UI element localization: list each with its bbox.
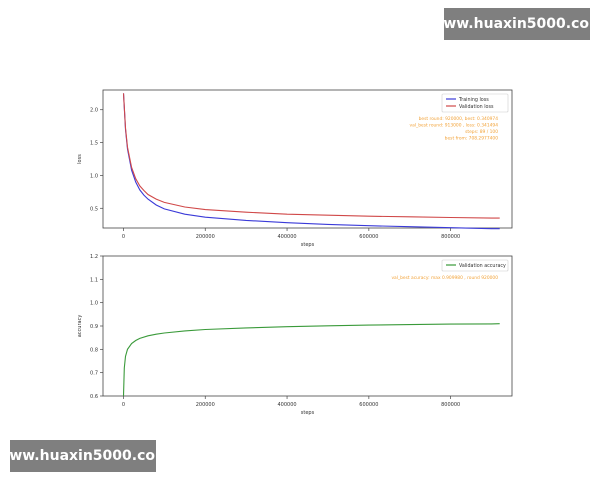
legend-label: Validation accuracy — [459, 263, 506, 269]
annotation-text: best from: 708.2977400 — [445, 136, 499, 142]
y-tick-label: 0.8 — [90, 347, 98, 353]
x-tick-label: 200000 — [196, 402, 215, 408]
x-tick-label: 0 — [122, 402, 125, 408]
figure: 0 200000 400000 600000 800000 0.5 1.0 1.5 2.0 ste… — [77, 89, 513, 416]
y-tick-label: 0.5 — [90, 206, 98, 212]
x-axis-label: steps — [301, 242, 315, 248]
x-tick-label: 200000 — [196, 234, 215, 240]
y-tick-label: 0.7 — [90, 371, 98, 377]
x-tick-label: 800000 — [441, 402, 460, 408]
y-tick-label: 1.2 — [90, 254, 98, 260]
x-tick-label: 400000 — [278, 402, 297, 408]
y-tick-label: 2.0 — [90, 108, 98, 114]
x-tick-label: 400000 — [278, 234, 297, 240]
annotation-text: val_best round: 913000 , loss: 0.341494 — [410, 123, 499, 129]
series-line — [122, 93, 500, 230]
x-tick-label: 0 — [122, 234, 125, 240]
y-tick-label: 0.9 — [90, 324, 98, 330]
legend-label: Training loss — [458, 97, 489, 103]
y-tick-label: 1.0 — [90, 173, 98, 179]
annotation-text: val_best acuracy: max 0.909980 , round 9… — [391, 275, 498, 281]
y-tick-label: 1.5 — [90, 141, 98, 147]
y-tick-label: 1.1 — [90, 277, 98, 283]
y-tick-label: 1.0 — [90, 301, 98, 307]
annotation-text: best round: 920000, best: 0.340974 — [419, 116, 499, 122]
y-tick-label: 0.6 — [90, 394, 98, 400]
x-tick-label: 600000 — [359, 402, 378, 408]
legend-label: Validation loss — [459, 104, 494, 110]
x-tick-label: 800000 — [441, 234, 460, 240]
x-tick-label: 600000 — [359, 234, 378, 240]
y-axis-label: accuracy — [77, 315, 83, 338]
series-line — [122, 323, 500, 397]
x-axis-label: steps — [301, 410, 315, 416]
annotation-text: steps: 89 / 100 — [465, 129, 498, 135]
y-axis-label: loss — [77, 154, 83, 164]
